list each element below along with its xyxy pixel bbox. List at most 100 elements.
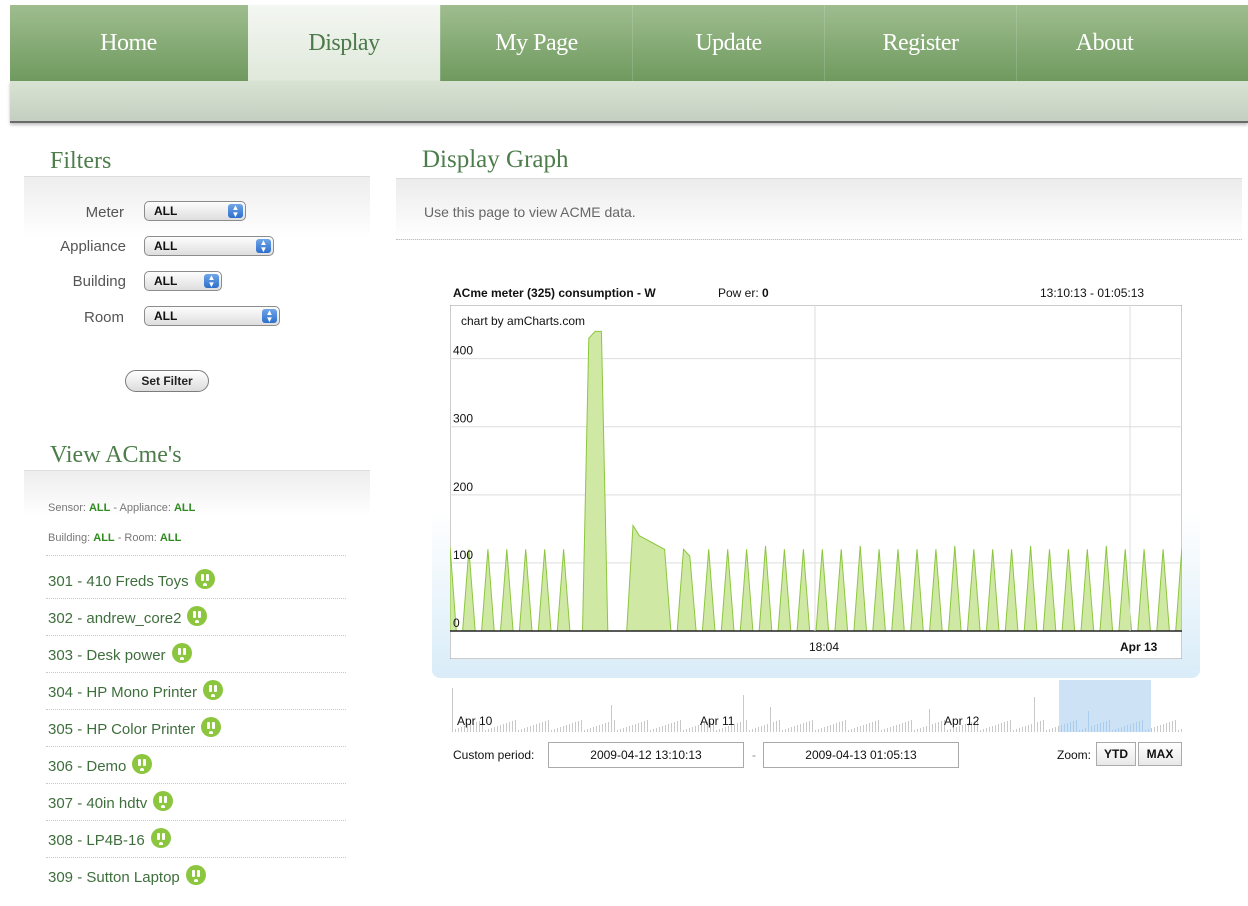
navigator-bar <box>788 728 789 732</box>
navigator-bar <box>695 726 696 732</box>
acme-list-item[interactable]: 305 - HP Color Printer <box>48 715 222 745</box>
navigator-bar <box>581 720 582 732</box>
room-select[interactable]: ALL ▲ ▼ <box>144 306 280 326</box>
select-arrows-icon: ▲ ▼ <box>256 239 271 254</box>
nav-about[interactable]: About <box>1016 5 1192 81</box>
sensor-appliance-summary: Sensor: ALL - Appliance: ALL <box>48 502 196 514</box>
nav-my-page[interactable]: My Page <box>440 5 632 81</box>
appliance-select[interactable]: ALL ▲ ▼ <box>144 236 274 256</box>
navigator-bar <box>674 722 675 732</box>
navigator-bar <box>872 722 873 732</box>
navigator-bar <box>866 724 867 732</box>
navigator-bar <box>749 730 750 732</box>
navigator-bar <box>1172 721 1173 732</box>
navigator-bar <box>800 724 801 732</box>
navigator-bar <box>1154 727 1155 732</box>
navigator-bar <box>875 721 876 732</box>
plug-icon <box>153 791 174 811</box>
navigator-bar <box>1019 728 1020 732</box>
navigator-bar <box>566 725 567 732</box>
navigator-bar <box>584 730 585 732</box>
navigator-bar <box>929 709 930 732</box>
acme-list-item[interactable]: 307 - 40in hdtv <box>48 789 174 819</box>
acme-list-item[interactable]: 302 - andrew_core2 <box>48 604 208 634</box>
navigator-bar <box>1040 721 1041 732</box>
acme-list-item[interactable]: 308 - LP4B-16 <box>48 826 171 856</box>
navigator-bar <box>1049 729 1050 732</box>
divider <box>46 820 346 821</box>
acme-item-label: 304 - HP Mono Printer <box>48 684 197 701</box>
navigator-label: Apr 12 <box>944 714 980 728</box>
navigator-bar <box>755 728 756 732</box>
plug-icon <box>132 754 153 774</box>
navigator-bar <box>923 727 924 732</box>
navigator-bar <box>500 725 501 732</box>
navigator-bar <box>941 721 942 732</box>
navigator-scroller[interactable]: Apr 10 Apr 11 Apr 12 <box>452 678 1182 738</box>
navigator-bar <box>689 728 690 732</box>
acme-item-label: 307 - 40in hdtv <box>48 795 148 812</box>
set-filter-button[interactable]: Set Filter <box>125 370 209 392</box>
meter-label: Meter <box>85 204 124 221</box>
divider <box>46 672 346 673</box>
navigator-bar <box>509 722 510 732</box>
nav-home[interactable]: Home <box>10 5 247 81</box>
navigator-bar <box>521 729 522 732</box>
navigator-bar <box>671 723 672 732</box>
navigator-bar <box>926 726 927 732</box>
navigator-bar <box>1181 729 1182 732</box>
navigator-bar <box>1163 724 1164 732</box>
sub-navigation-bar <box>10 81 1248 123</box>
period-from-input[interactable]: 2009-04-12 13:10:13 <box>548 742 744 768</box>
navigator-bar <box>569 724 570 732</box>
zoom-max-button[interactable]: MAX <box>1138 742 1182 766</box>
period-to-input[interactable]: 2009-04-13 01:05:13 <box>763 742 959 768</box>
acme-list-item[interactable]: 309 - Sutton Laptop <box>48 863 206 893</box>
navigator-bar <box>722 728 723 732</box>
navigator-bar <box>806 722 807 732</box>
divider <box>46 746 346 747</box>
navigator-bar <box>626 727 627 732</box>
filters-title: Filters <box>50 148 112 174</box>
navigator-bar <box>896 725 897 732</box>
navigator-bar <box>1058 726 1059 732</box>
navigator-label: Apr 10 <box>457 714 493 728</box>
navigator-bar <box>935 723 936 732</box>
navigator-bar <box>641 722 642 732</box>
navigator-bar <box>1043 720 1044 732</box>
navigator-bar <box>650 730 651 732</box>
navigator-bar <box>812 720 813 732</box>
acme-list-item[interactable]: 303 - Desk power <box>48 641 192 671</box>
page-description: Use this page to view ACME data. <box>424 204 636 220</box>
nav-register[interactable]: Register <box>824 5 1016 81</box>
navigator-bar <box>1169 722 1170 732</box>
navigator-bar <box>794 726 795 732</box>
acme-list-item[interactable]: 306 - Demo <box>48 752 153 782</box>
navigator-bar <box>680 720 681 732</box>
acme-list-item[interactable]: 301 - 410 Freds Toys <box>48 567 215 597</box>
meter-select[interactable]: ALL ▲ ▼ <box>144 201 246 221</box>
consumption-chart[interactable]: 0 100 200 300 400 18:04 Apr 13 chart by amCh… <box>450 305 1182 659</box>
plug-icon <box>187 606 208 626</box>
navigator-bar <box>845 720 846 732</box>
select-arrows-icon: ▲ ▼ <box>262 309 277 324</box>
building-select[interactable]: ALL ▲ ▼ <box>144 271 222 291</box>
navigator-bar <box>488 729 489 732</box>
navigator-bar <box>767 724 768 732</box>
acme-list-item[interactable]: 304 - HP Mono Printer <box>48 678 223 708</box>
navigator-bar <box>857 727 858 732</box>
navigator-selection[interactable] <box>1059 680 1151 732</box>
navigator-bar <box>785 729 786 732</box>
navigator-bar <box>881 730 882 732</box>
nav-display[interactable]: Display <box>248 5 440 81</box>
plug-icon <box>185 865 206 885</box>
chart-credit: chart by amCharts.com <box>461 314 585 328</box>
nav-update[interactable]: Update <box>632 5 824 81</box>
navigator-bar <box>995 725 996 732</box>
navigator-bar <box>836 723 837 732</box>
navigator-bar <box>743 695 744 732</box>
navigator-bar <box>998 724 999 732</box>
navigator-bar <box>827 726 828 732</box>
zoom-ytd-button[interactable]: YTD <box>1096 742 1136 766</box>
navigator-bar <box>1022 727 1023 732</box>
